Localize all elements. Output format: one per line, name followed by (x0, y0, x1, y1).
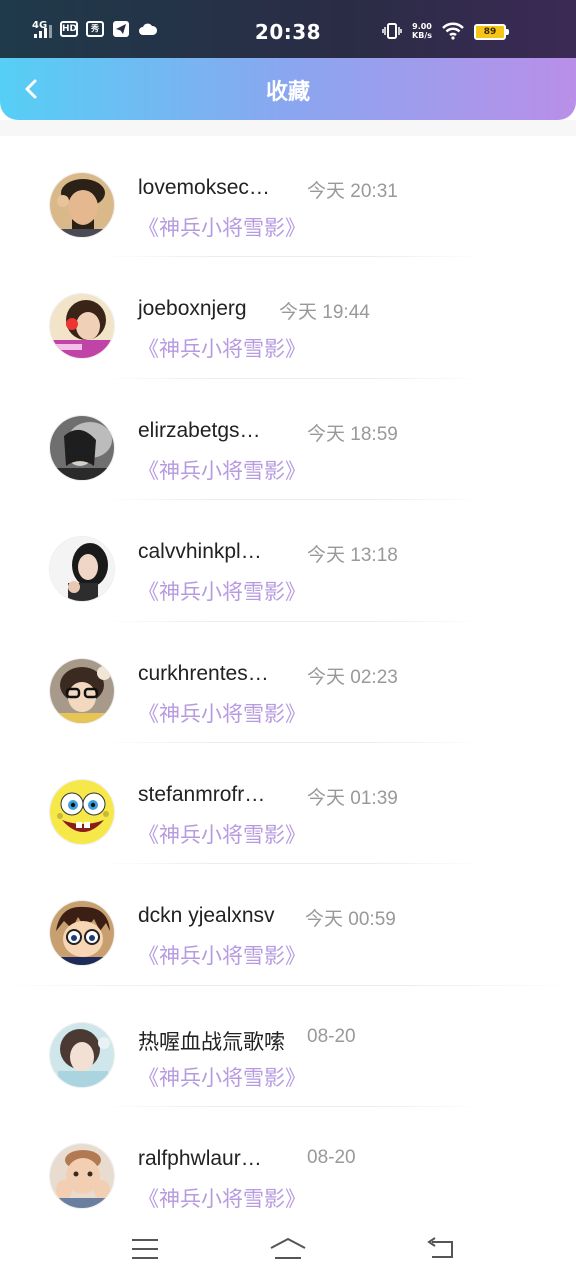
avatar (49, 900, 115, 967)
user-name: joeboxnjerg (138, 297, 247, 321)
home-button[interactable] (268, 1230, 308, 1268)
favorite-time: 今天 00:59 (305, 909, 396, 931)
avatar (49, 778, 115, 845)
list-item[interactable]: curkhrentes… 今天 02:23 《神兵小将雪影》 (0, 622, 576, 743)
list-item[interactable]: joeboxnjerg 今天 19:44 《神兵小将雪影》 (0, 257, 576, 379)
favorite-title: 《神兵小将雪影》 (138, 944, 306, 969)
favorite-time: 今天 13:18 (307, 545, 398, 567)
back-icon (427, 1237, 453, 1258)
avatar (49, 536, 115, 603)
favorite-time: 08-20 (307, 1147, 356, 1169)
back-nav-button[interactable] (420, 1230, 460, 1268)
list-item[interactable]: dckn yjealxnsv 今天 00:59 《神兵小将雪影》 (0, 864, 576, 986)
back-button[interactable] (12, 70, 50, 108)
menu-icon (132, 1239, 158, 1259)
favorite-time: 今天 01:39 (307, 787, 398, 809)
avatar (49, 1021, 115, 1088)
favorite-title: 《神兵小将雪影》 (138, 701, 306, 726)
list-item[interactable]: stefanmrofr… 今天 01:39 《神兵小将雪影》 (0, 743, 576, 865)
favorite-time: 今天 02:23 (307, 666, 398, 688)
favorite-time: 今天 20:31 (307, 181, 398, 202)
battery-icon: 89 (474, 24, 509, 40)
menu-button[interactable] (125, 1230, 165, 1268)
list-item[interactable]: ralfphwlaur… 08-20 《神兵小将雪影》 (0, 1107, 576, 1228)
favorite-title: 《神兵小将雪影》 (138, 1065, 306, 1090)
favorite-title: 《神兵小将雪影》 (138, 580, 306, 605)
list-item[interactable]: calvvhinkpl… 今天 13:18 《神兵小将雪影》 (0, 500, 576, 622)
user-name: ralfphwlaur… (138, 1147, 262, 1171)
avatar (49, 657, 115, 724)
user-name: dckn yjealxnsv (138, 904, 275, 928)
favorite-time: 今天 18:59 (307, 423, 398, 445)
wifi-icon (442, 22, 464, 40)
page-title: 收藏 (265, 80, 310, 105)
user-name: calvvhinkpl… (138, 540, 262, 564)
favorite-title: 《神兵小将雪影》 (138, 822, 306, 847)
user-name: stefanmrofr… (138, 782, 266, 806)
favorite-title: 《神兵小将雪影》 (138, 216, 306, 240)
avatar (49, 293, 115, 360)
system-navigation-bar (0, 1218, 576, 1280)
home-icon (270, 1237, 306, 1259)
vibrate-icon (382, 23, 402, 39)
list-top-spacer (0, 120, 576, 136)
list-item[interactable]: elirzabetgs… 今天 18:59 《神兵小将雪影》 (0, 379, 576, 501)
list-item[interactable]: lovemoksec… 今天 20:31 《神兵小将雪影》 (0, 136, 576, 258)
header-bar: 收藏 (0, 58, 576, 120)
favorite-title: 《神兵小将雪影》 (138, 1187, 306, 1212)
avatar (49, 172, 115, 238)
status-bar: 4G HD 秀 20:38 9.00 KB/s 89 (0, 0, 576, 60)
user-name: elirzabetgs… (138, 418, 261, 442)
network-speed: 9.00 KB/s (412, 22, 432, 40)
user-name: lovemoksec… (138, 176, 270, 199)
user-name: 热喔血战氚歌嗦 (138, 1030, 285, 1054)
list-item[interactable]: 热喔血战氚歌嗦 08-20 《神兵小将雪影》 (0, 986, 576, 1108)
avatar (49, 414, 115, 481)
speed-value: 9.00 (412, 22, 432, 31)
avatar (49, 1143, 115, 1210)
favorite-title: 《神兵小将雪影》 (138, 337, 306, 362)
chevron-left-icon (25, 79, 37, 99)
status-icons-right: 9.00 KB/s (382, 22, 464, 40)
favorite-title: 《神兵小将雪影》 (138, 458, 306, 483)
favorites-list: lovemoksec… 今天 20:31 《神兵小将雪影》 joeboxnjer… (0, 136, 576, 1229)
favorite-time: 今天 19:44 (279, 302, 370, 324)
favorite-time: 08-20 (307, 1025, 356, 1047)
user-name: curkhrentes… (138, 661, 269, 685)
speed-unit: KB/s (412, 31, 432, 40)
